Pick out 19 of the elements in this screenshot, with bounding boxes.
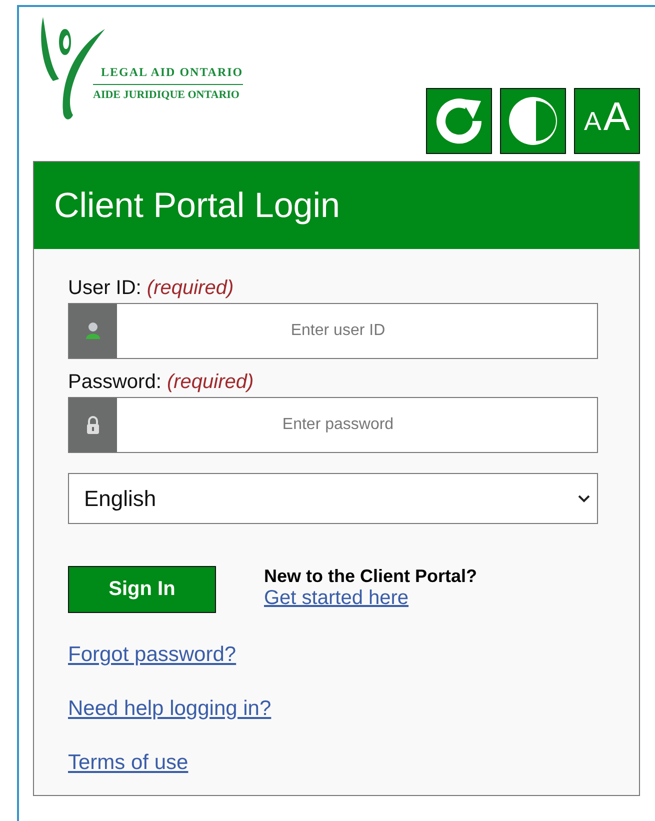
help-link[interactable]: Terms of use bbox=[68, 751, 188, 775]
logo-name: LEGAL AID ONTARIO bbox=[93, 65, 244, 85]
chevron-down-icon bbox=[578, 494, 590, 502]
text-size-button[interactable]: AA bbox=[574, 88, 640, 154]
login-title: Client Portal Login bbox=[54, 186, 340, 226]
language-select[interactable]: English bbox=[68, 473, 598, 524]
field-label: Password: bbox=[68, 371, 162, 393]
sign-in-button[interactable]: Sign In bbox=[68, 566, 216, 613]
required-note: (required) bbox=[166, 371, 254, 393]
reset-button[interactable] bbox=[426, 88, 492, 154]
logo-name-french: AIDE JURIDIQUE ONTARIO bbox=[93, 88, 240, 101]
contrast-button[interactable] bbox=[500, 88, 566, 154]
help-link[interactable]: Forgot password? bbox=[68, 643, 236, 667]
contrast-icon bbox=[506, 94, 560, 148]
new-user-heading: New to the Client Portal? bbox=[264, 566, 478, 587]
help-link[interactable]: Need help logging in? bbox=[68, 697, 272, 721]
field-label: User ID: bbox=[68, 277, 142, 299]
get-started-link[interactable]: Get started here bbox=[264, 587, 409, 610]
required-note: (required) bbox=[146, 277, 234, 299]
